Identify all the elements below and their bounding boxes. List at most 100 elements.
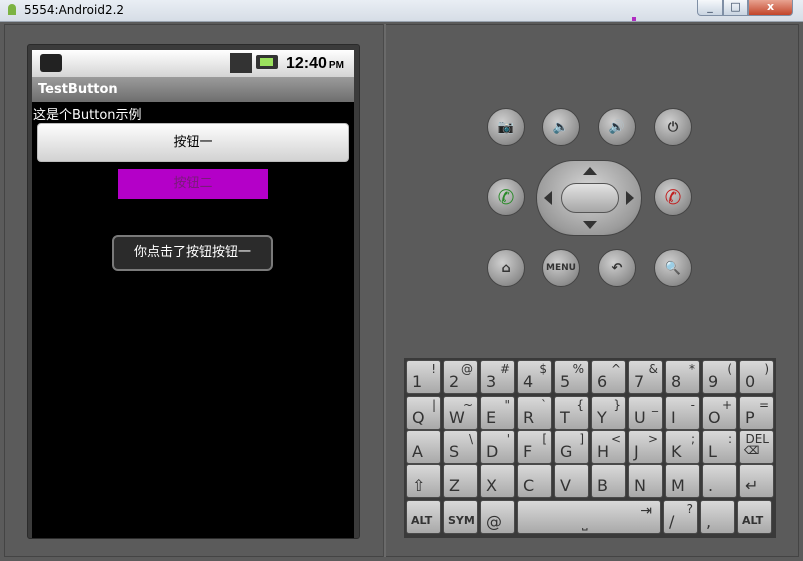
key[interactable]: 9( <box>702 360 737 394</box>
dpad-right-icon[interactable] <box>626 191 634 205</box>
key-label: G <box>560 442 573 461</box>
camera-button[interactable]: 📷 <box>487 108 525 146</box>
back-button[interactable]: ↶ <box>598 249 636 287</box>
key[interactable]: @ <box>480 500 515 534</box>
key[interactable]: E " <box>480 396 515 430</box>
key[interactable]: ALT <box>737 500 772 534</box>
key[interactable]: M <box>665 464 700 498</box>
key[interactable]: 4 $ <box>517 360 552 394</box>
key[interactable]: U _ <box>628 396 663 430</box>
key-alt-label: \ <box>468 432 473 446</box>
key[interactable]: Q | <box>406 396 441 430</box>
key[interactable]: Y} <box>591 396 626 430</box>
key-alt-label: DEL <box>745 432 769 446</box>
key[interactable]: . <box>702 464 737 498</box>
android-icon <box>8 4 16 15</box>
key[interactable]: J > <box>628 430 663 464</box>
key[interactable]: N <box>628 464 663 498</box>
key[interactable]: 2 @ <box>443 360 478 394</box>
key[interactable]: V <box>554 464 589 498</box>
key[interactable]: , <box>700 500 735 534</box>
call-button[interactable]: ✆ <box>487 178 525 216</box>
status-bar: 12:40 PM <box>32 50 354 77</box>
key-label: 2 <box>449 372 460 391</box>
key[interactable]: H < <box>591 430 626 464</box>
volume-up-button[interactable]: 🔊 <box>598 108 636 146</box>
key-alt-label: + <box>721 398 732 412</box>
notification-icon <box>40 54 62 72</box>
key-label: J <box>634 442 639 461</box>
home-button[interactable]: ⌂ <box>487 249 525 287</box>
key[interactable]: S \ <box>443 430 478 464</box>
key[interactable]: ↵ <box>739 464 774 498</box>
key-alt-label: ~ <box>462 398 473 412</box>
key-alt-label: - <box>690 398 695 412</box>
key[interactable]: 1! <box>406 360 441 394</box>
dpad-up-icon[interactable] <box>583 167 597 175</box>
key[interactable]: O + <box>702 396 737 430</box>
key[interactable]: B <box>591 464 626 498</box>
search-button[interactable]: 🔍 <box>654 249 692 287</box>
key-label: ALT <box>742 514 764 527</box>
key[interactable]: 5% <box>554 360 589 394</box>
key[interactable]: ⌫ DEL <box>739 430 774 464</box>
dpad-down-icon[interactable] <box>583 221 597 229</box>
key-label: E <box>486 408 497 427</box>
dpad-left-icon[interactable] <box>544 191 552 205</box>
key-label: 5 <box>560 372 571 391</box>
key[interactable]: X <box>480 464 515 498</box>
key[interactable]: 6 ^ <box>591 360 626 394</box>
dpad[interactable] <box>536 160 642 236</box>
close-button[interactable]: x <box>748 0 793 16</box>
battery-icon <box>256 55 278 69</box>
key[interactable]: SYM <box>443 500 478 534</box>
key[interactable]: R ` <box>517 396 552 430</box>
key[interactable]: K; <box>665 430 700 464</box>
key-label: U <box>634 408 646 427</box>
key-label: . <box>708 476 714 495</box>
key[interactable]: I- <box>665 396 700 430</box>
key[interactable]: Z <box>443 464 478 498</box>
key-label: , <box>706 512 712 531</box>
key[interactable]: 8 * <box>665 360 700 394</box>
power-button[interactable]: ⏻ <box>654 108 692 146</box>
key-alt-label: ; <box>690 432 695 446</box>
maximize-button[interactable]: □ <box>723 0 748 16</box>
key-label: 4 <box>523 372 534 391</box>
key[interactable]: /? <box>663 500 698 534</box>
device-screen: 12:40 PM TestButton 这是个Button示例 按钮一 按钮二 你… <box>32 50 354 538</box>
key[interactable]: ⇧ <box>406 464 441 498</box>
signal-icon <box>230 53 252 73</box>
status-clock: 12:40 PM <box>286 55 344 72</box>
key[interactable]: A <box>406 430 441 464</box>
key[interactable]: D ' <box>480 430 515 464</box>
key[interactable]: G] <box>554 430 589 464</box>
key-alt-label: < <box>610 432 621 446</box>
key[interactable]: P = <box>739 396 774 430</box>
key[interactable]: F[ <box>517 430 552 464</box>
button-one[interactable]: 按钮一 <box>37 123 349 162</box>
key[interactable]: 0) <box>739 360 774 394</box>
key-alt-label: & <box>648 362 658 376</box>
button-two[interactable]: 按钮二 <box>118 169 268 199</box>
key[interactable]: ALT <box>406 500 441 534</box>
key-label: X <box>486 476 497 495</box>
key-alt-label: " <box>504 398 510 412</box>
menu-button[interactable]: MENU <box>542 249 580 287</box>
key[interactable]: 7 & <box>628 360 663 394</box>
dpad-center-button[interactable] <box>561 183 619 213</box>
end-call-button[interactable]: ✆ <box>654 178 692 216</box>
key-label: 6 <box>597 372 608 391</box>
key-alt-label: ` <box>541 398 547 412</box>
key[interactable]: 3 # <box>480 360 515 394</box>
key-label: ALT <box>411 514 433 527</box>
volume-down-button[interactable]: 🔈 <box>542 108 580 146</box>
key[interactable]: T{ <box>554 396 589 430</box>
key[interactable]: W ~ <box>443 396 478 430</box>
key[interactable]: C <box>517 464 552 498</box>
key[interactable]: ⎵ ⇥ <box>517 500 661 534</box>
minimize-button[interactable]: _ <box>697 0 723 16</box>
key-alt-label: % <box>572 362 584 376</box>
key[interactable]: L: <box>702 430 737 464</box>
window-title: 5554:Android2.2 <box>24 3 125 17</box>
